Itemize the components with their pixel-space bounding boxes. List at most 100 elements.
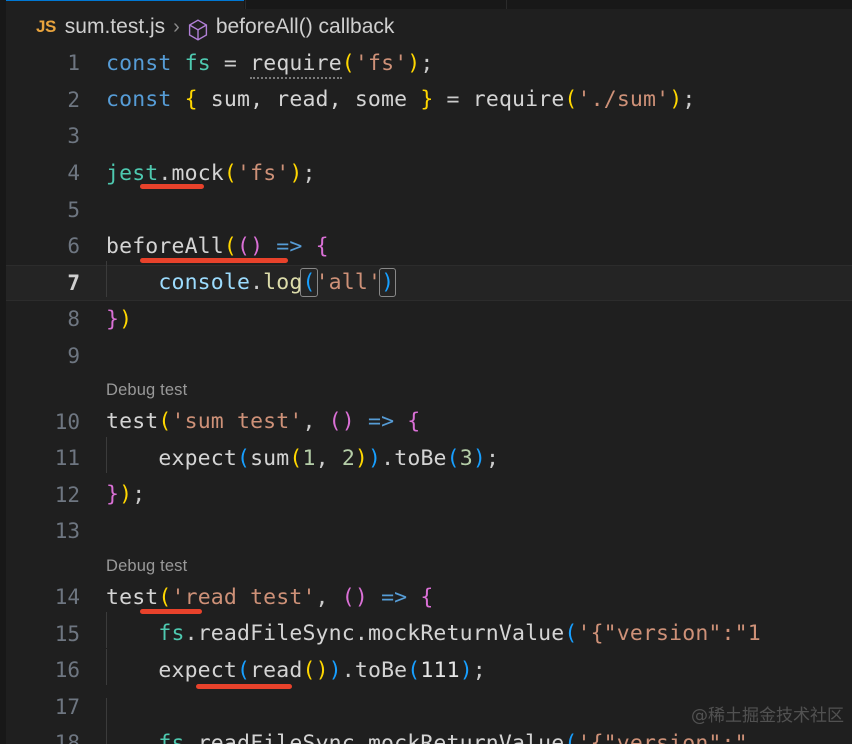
- breadcrumb-file-name[interactable]: sum.test.js: [65, 15, 165, 39]
- line-content[interactable]: test('sum test', () => {: [106, 409, 852, 434]
- token-bracket: (): [237, 234, 263, 259]
- line-content[interactable]: const fs = require('fs');: [106, 51, 852, 76]
- token-expect-fn: expect: [158, 446, 237, 471]
- indent-guide: [106, 722, 107, 744]
- line-number: 2: [6, 88, 106, 112]
- token-string: 'fs': [355, 51, 407, 76]
- token-mockreturnvalue-fn: mockReturnValue: [368, 621, 564, 646]
- codelens-debug-test[interactable]: Debug test: [106, 557, 187, 575]
- code-line: 6 beforeAll(() => {: [6, 228, 852, 265]
- token-beforeall: beforeAll: [106, 234, 224, 259]
- code-editor[interactable]: 1 const fs = require('fs'); 2 const { su…: [6, 45, 852, 744]
- token-bracket: (): [342, 585, 368, 610]
- code-line: 13: [6, 513, 852, 550]
- line-content[interactable]: expect(sum(1, 2)).toBe(3);: [106, 446, 852, 471]
- line-content[interactable]: expect(read()).toBe(111);: [106, 658, 852, 683]
- token-bracket: }: [106, 482, 119, 507]
- codelens-content: Debug test: [106, 552, 852, 577]
- token-keyword: const: [106, 51, 171, 76]
- breadcrumb-symbol-name[interactable]: beforeAll() callback: [216, 15, 395, 39]
- line-content[interactable]: console.log('all'): [106, 270, 852, 295]
- token-bracket: ): [329, 658, 342, 683]
- line-content[interactable]: test('read test', () => {: [106, 585, 852, 610]
- token-bracket: (): [329, 409, 355, 434]
- token-mockreturnvalue-fn: mockReturnValue: [368, 731, 564, 744]
- line-content[interactable]: beforeAll(() => {: [106, 234, 852, 259]
- token-bracket: ): [460, 658, 473, 683]
- vscode-editor-window: JS sum.test.js › beforeAll() callback 1 …: [0, 0, 852, 744]
- token-expect-fn: expect: [158, 658, 237, 683]
- token-bracket: ): [669, 87, 682, 112]
- code-line: 11 expect(sum(1, 2)).toBe(3);: [6, 440, 852, 477]
- token-tobe-fn: toBe: [394, 446, 446, 471]
- code-line: 1 const fs = require('fs');: [6, 45, 852, 82]
- token-bracket: }: [106, 307, 119, 332]
- line-number: 11: [6, 446, 106, 470]
- token-method: mock: [172, 161, 224, 186]
- code-line: 5: [6, 191, 852, 228]
- token-bracket: (: [237, 658, 250, 683]
- code-line: 18 fs.readFileSync.mockReturnValue('{"ve…: [6, 725, 852, 744]
- token-bracket: }: [420, 87, 433, 112]
- line-content[interactable]: }): [106, 307, 852, 332]
- token-dot: .: [185, 621, 198, 646]
- codelens-debug-test[interactable]: Debug test: [106, 381, 187, 399]
- token-bracket: ): [119, 482, 132, 507]
- token-bracket: (: [237, 446, 250, 471]
- code-lines: 1 const fs = require('fs'); 2 const { su…: [6, 45, 852, 744]
- token-arrow: =>: [381, 585, 407, 610]
- token-test-fn: test: [106, 585, 158, 610]
- token-destructured-names: sum, read, some: [198, 87, 421, 112]
- token-bracket: (: [407, 658, 420, 683]
- token-variable: fs: [185, 51, 211, 76]
- token-bracket: ): [473, 446, 486, 471]
- token-bracket: (): [302, 658, 328, 683]
- line-number: 6: [6, 234, 106, 258]
- line-content[interactable]: });: [106, 482, 852, 507]
- token-require-call: require: [250, 51, 342, 79]
- token-number: 2: [342, 446, 355, 471]
- line-number: 17: [6, 695, 106, 719]
- line-number: 3: [6, 124, 106, 148]
- token-dot: .: [250, 270, 263, 295]
- line-number: 12: [6, 483, 106, 507]
- codelens-content: Debug test: [106, 376, 852, 401]
- indent-guide: [106, 437, 107, 473]
- breadcrumb-separator: ›: [173, 16, 180, 39]
- token-keyword: const: [106, 87, 171, 112]
- line-number: 15: [6, 622, 106, 646]
- token-comma: ,: [316, 446, 329, 471]
- token-fs-object: fs: [158, 621, 184, 646]
- line-content[interactable]: const { sum, read, some } = require('./s…: [106, 87, 852, 112]
- token-sum-fn: sum: [250, 446, 289, 471]
- token-bracket: (: [564, 731, 577, 744]
- token-readfilesync-prop: readFileSync: [198, 731, 355, 744]
- token-arrow: =>: [276, 234, 302, 259]
- token-bracket: (: [224, 161, 237, 186]
- token-number: 1: [302, 446, 315, 471]
- codelens-row: Debug test: [6, 374, 852, 403]
- token-bracket: ): [119, 307, 132, 332]
- token-bracket: (: [564, 621, 577, 646]
- tab-divider: [506, 0, 507, 9]
- token-operator: =: [224, 51, 237, 76]
- code-line: 16 expect(read()).toBe(111);: [6, 652, 852, 689]
- token-semicolon: ;: [132, 482, 145, 507]
- line-content[interactable]: jest.mock('fs');: [106, 161, 852, 186]
- line-number: 16: [6, 658, 106, 682]
- line-content[interactable]: fs.readFileSync.mockReturnValue('{"versi…: [106, 621, 852, 646]
- token-bracket: ): [355, 446, 368, 471]
- line-content[interactable]: fs.readFileSync.mockReturnValue('{"versi…: [106, 731, 852, 744]
- token-operator: =: [447, 87, 460, 112]
- cube-symbol-icon: [188, 19, 208, 41]
- code-line: 10 test('sum test', () => {: [6, 403, 852, 440]
- token-console: console: [158, 270, 250, 295]
- token-readfilesync-prop: readFileSync: [198, 621, 355, 646]
- token-string: '{"version":"1: [577, 621, 760, 646]
- token-semicolon: ;: [486, 446, 499, 471]
- indent-guide: [106, 612, 107, 648]
- indent-guide: [106, 261, 107, 297]
- token-bracket: (: [158, 585, 171, 610]
- token-semicolon: ;: [682, 87, 695, 112]
- token-semicolon: ;: [473, 658, 486, 683]
